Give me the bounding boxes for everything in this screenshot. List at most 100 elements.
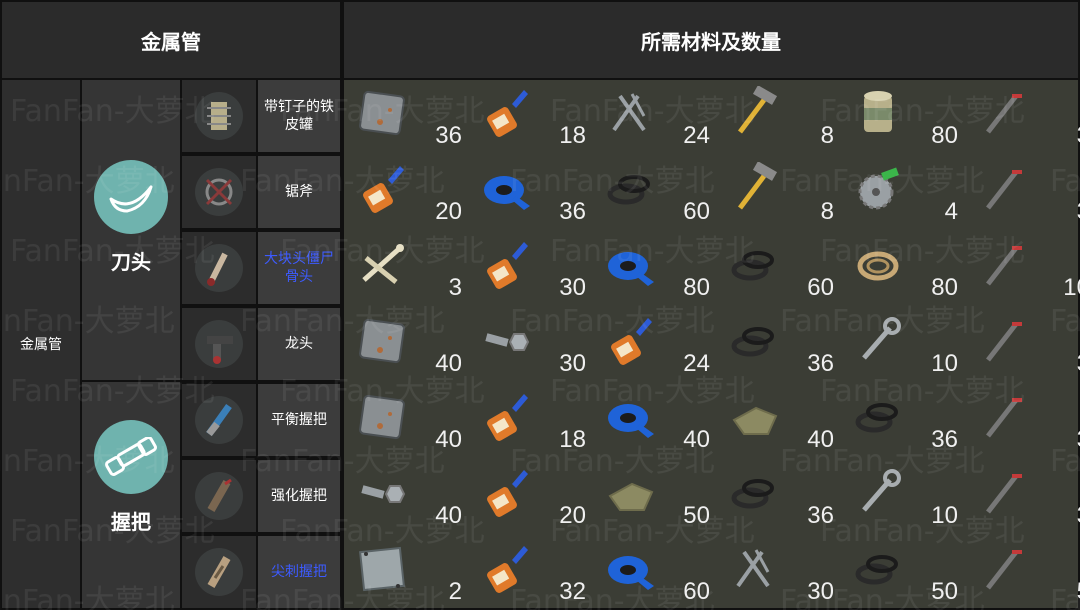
item-name: 锯斧: [285, 184, 313, 200]
material-slot: 50: [594, 458, 718, 534]
material-quantity: 30: [807, 578, 834, 605]
material-slot: 32: [470, 534, 594, 610]
material-quantity: 30: [559, 274, 586, 301]
material-slot: 80: [594, 230, 718, 306]
material-quantity: 60: [683, 198, 710, 225]
material-slot: 3: [966, 78, 1080, 154]
glue-icon: [487, 242, 528, 289]
item-name-cell: 尖刺握把: [256, 534, 342, 610]
category-blade-label: 刀头: [111, 250, 151, 274]
material-quantity: 36: [931, 426, 958, 453]
item-name-cell: 锯斧: [256, 154, 342, 230]
material-slot: 60: [718, 230, 842, 306]
bones-icon: [362, 244, 404, 284]
item-name-cell: 大块头僵尸骨头: [256, 230, 342, 306]
nails-icon: [736, 549, 770, 588]
material-slot: 60: [594, 534, 718, 610]
steel-plate-icon: [359, 546, 405, 592]
material-quantity: 32: [559, 578, 586, 605]
material-quantity: 40: [435, 502, 462, 529]
pipe-icon: [986, 322, 1022, 362]
material-quantity: 36: [559, 198, 586, 225]
item-name-cell: 带钉子的铁皮罐: [256, 78, 342, 154]
material-quantity: 36: [807, 502, 834, 529]
material-quantity: 4: [944, 198, 958, 225]
item-name: 尖刺握把: [271, 564, 327, 580]
material-slot: 3: [966, 154, 1080, 230]
material-quantity: 3: [1077, 426, 1080, 454]
spike-grip-icon: [195, 548, 243, 596]
material-slot: 36: [470, 154, 594, 230]
item-name: 带钉子的铁皮罐: [264, 99, 334, 133]
duct-tape-icon: [608, 556, 654, 590]
item-icon-cell: [180, 154, 258, 230]
pipe-icon: [986, 550, 1022, 590]
saw-blade-icon: [195, 168, 243, 216]
material-slot: 36: [842, 382, 966, 458]
material-quantity: 50: [683, 502, 710, 529]
wrench-icon: [862, 469, 901, 512]
material-slot: 3: [966, 382, 1080, 458]
zombie-bone-icon: [195, 244, 243, 292]
base-item-cell: 金属管: [0, 78, 82, 610]
material-quantity: 60: [807, 274, 834, 301]
material-quantity: 10: [931, 502, 958, 529]
item-name-cell: 龙头: [256, 306, 342, 382]
rubber-rings-icon: [855, 555, 898, 585]
category-blade: 刀头: [80, 78, 182, 382]
material-quantity: 3: [1077, 198, 1080, 226]
material-quantity: 36: [807, 350, 834, 377]
material-slot: 8: [718, 78, 842, 154]
glue-icon: [487, 90, 528, 137]
cloth-icon: [608, 482, 654, 511]
material-slot: 40: [718, 382, 842, 458]
material-quantity: 3: [448, 274, 462, 301]
item-name: 强化握把: [271, 488, 327, 504]
material-slot: 30: [470, 230, 594, 306]
glue-icon: [363, 166, 404, 213]
bolt-nut-icon: [361, 485, 406, 503]
rubber-rings-icon: [855, 403, 898, 433]
item-icon-cell: [180, 458, 258, 534]
glue-icon: [487, 546, 528, 593]
metal-plate-icon: [359, 90, 405, 136]
material-slot: 10: [842, 458, 966, 534]
material-slot: 3: [346, 230, 470, 306]
material-slot: 10: [966, 230, 1080, 306]
glue-icon: [487, 470, 528, 517]
material-quantity: 3: [1077, 350, 1080, 378]
pipe-icon: [986, 474, 1022, 514]
material-slot: 50: [842, 534, 966, 610]
item-icon-cell: [180, 230, 258, 306]
material-slot: 80: [842, 230, 966, 306]
item-name: 平衡握把: [271, 412, 327, 428]
metal-plate-icon: [359, 394, 405, 440]
rubber-rings-icon: [731, 479, 774, 509]
item-icon-cell: [180, 306, 258, 382]
glue-icon: [611, 318, 652, 365]
left-header-title: 金属管: [141, 29, 201, 54]
pipe-icon: [986, 94, 1022, 134]
material-slot: 24: [594, 306, 718, 382]
material-quantity: 20: [435, 198, 462, 225]
crafting-table: FanFan-大萝北FanFan-大萝北FanFan-大萝北FanFan-大萝北…: [0, 0, 1080, 610]
material-slot: 8: [718, 154, 842, 230]
material-quantity: 3: [1077, 122, 1080, 150]
material-slot: 40: [346, 382, 470, 458]
material-slot: 40: [346, 458, 470, 534]
wrench-icon: [862, 317, 901, 360]
material-slot: 3: [966, 458, 1080, 534]
material-slot: 24: [594, 78, 718, 154]
material-quantity: 40: [435, 426, 462, 453]
material-quantity: 8: [820, 122, 834, 149]
material-slot: 80: [842, 78, 966, 154]
item-name-cell: 强化握把: [256, 458, 342, 534]
base-item-label: 金属管: [20, 337, 62, 353]
metal-plate-icon: [359, 318, 405, 364]
duct-tape-icon: [484, 176, 530, 210]
material-quantity: 10: [1063, 274, 1080, 301]
material-slot: 18: [470, 382, 594, 458]
material-quantity: 3: [1077, 502, 1080, 530]
hammer-icon: [738, 86, 778, 134]
material-slot: 30: [470, 306, 594, 382]
